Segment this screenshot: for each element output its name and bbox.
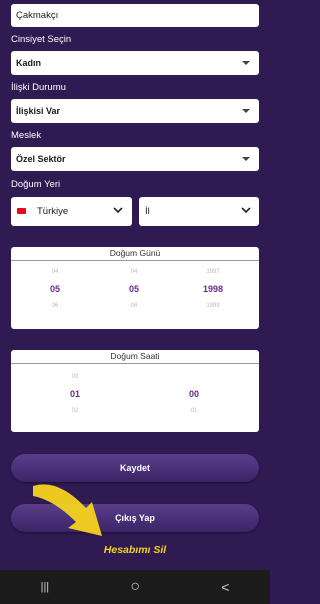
minute-selected: 00 xyxy=(188,389,199,399)
pointer-arrow-icon xyxy=(33,484,102,536)
month-wheel[interactable]: 04 05 06 xyxy=(114,269,154,309)
birthplace-label: Doğum Yeri xyxy=(11,179,61,190)
relationship-select[interactable]: İlişkisi Var xyxy=(11,99,259,123)
job-label: Meslek xyxy=(11,130,42,141)
recent-apps-icon[interactable]: ||| xyxy=(41,581,50,593)
gender-select[interactable]: Kadın xyxy=(11,51,259,75)
chevron-down-icon xyxy=(242,61,250,65)
birth-time-title: Doğum Saati xyxy=(11,350,259,364)
job-value: Özel Sektör xyxy=(16,154,66,164)
birth-date-picker[interactable]: Doğum Günü 04 05 06 04 05 06 1997 1998 1… xyxy=(11,247,259,329)
relationship-value: İlişkisi Var xyxy=(16,106,61,116)
relationship-label: İlişki Durumu xyxy=(11,82,66,93)
day-selected: 05 xyxy=(49,284,60,294)
home-icon[interactable]: ○ xyxy=(130,578,140,596)
day-next: 06 xyxy=(51,303,59,309)
month-selected: 05 xyxy=(128,284,139,294)
chevron-down-icon xyxy=(242,109,250,113)
minute-wheel[interactable]: 00 01 xyxy=(174,374,214,414)
country-value: Türkiye xyxy=(37,206,69,217)
day-prev: 04 xyxy=(51,269,59,275)
hour-next: 02 xyxy=(71,408,79,414)
chevron-down-icon xyxy=(113,207,123,214)
system-navbar: ||| ○ < xyxy=(0,570,270,604)
year-wheel[interactable]: 1997 1998 1999 xyxy=(193,269,233,309)
month-next: 06 xyxy=(130,303,138,309)
back-icon[interactable]: < xyxy=(221,579,229,595)
turkey-flag-icon xyxy=(17,208,26,214)
year-selected: 1998 xyxy=(202,284,224,294)
gender-label: Cinsiyet Seçin xyxy=(11,34,72,45)
gender-value: Kadın xyxy=(16,58,42,68)
city-value: İl xyxy=(145,206,150,217)
year-next: 1999 xyxy=(206,303,220,309)
birth-date-title: Doğum Günü xyxy=(11,247,259,261)
hour-prev: 00 xyxy=(71,374,79,380)
minute-prev-blank xyxy=(174,374,214,380)
birth-time-picker[interactable]: Doğum Saati 00 01 02 00 01 xyxy=(11,350,259,432)
hour-wheel[interactable]: 00 01 02 xyxy=(55,374,95,414)
surname-field[interactable]: Çakmakçı xyxy=(11,4,259,27)
city-select[interactable]: İl xyxy=(139,197,259,226)
minute-next: 01 xyxy=(190,408,198,414)
month-prev: 04 xyxy=(130,269,138,275)
hour-selected: 01 xyxy=(69,389,80,399)
year-prev: 1997 xyxy=(206,269,220,275)
country-select[interactable]: Türkiye xyxy=(11,197,132,226)
day-wheel[interactable]: 04 05 06 xyxy=(35,269,75,309)
chevron-down-icon xyxy=(242,157,250,161)
job-select[interactable]: Özel Sektör xyxy=(11,147,259,171)
delete-account-link[interactable]: Hesabımı Sil xyxy=(0,544,270,556)
surname-value: Çakmakçı xyxy=(16,10,59,21)
chevron-down-icon xyxy=(241,207,251,214)
